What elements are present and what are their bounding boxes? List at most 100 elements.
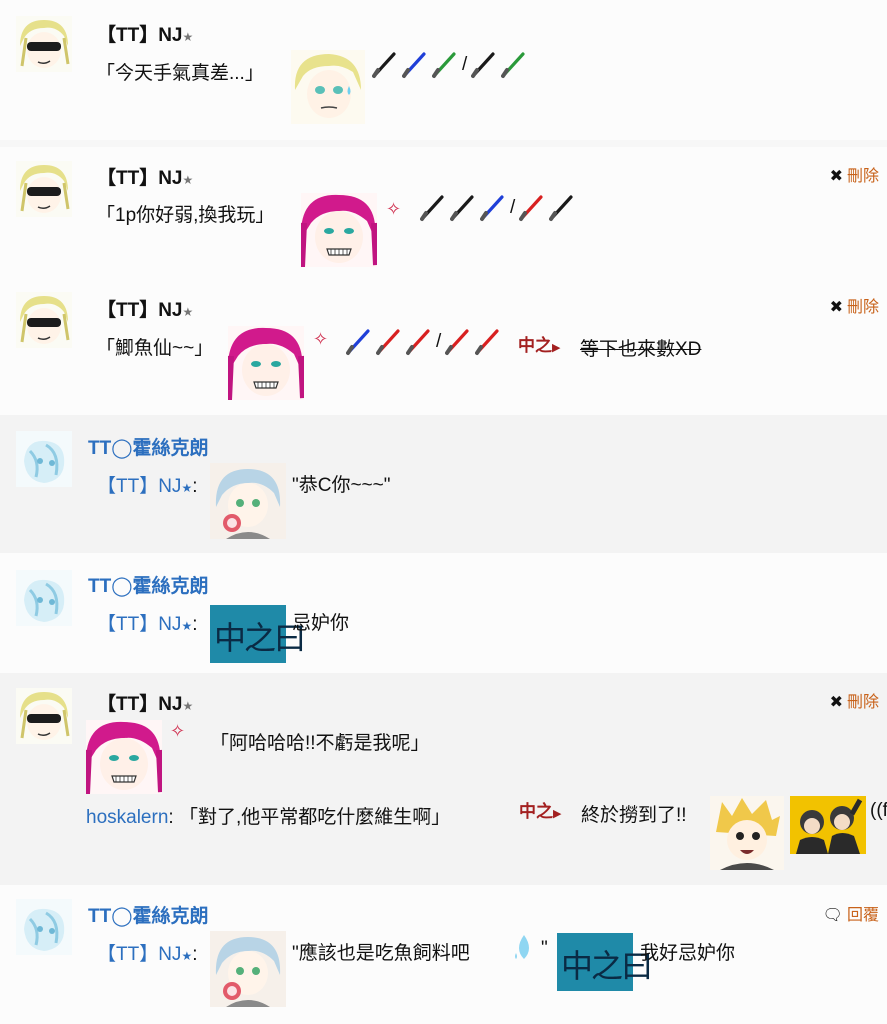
blue-hair-girl-image	[210, 931, 286, 1007]
badge-stamp: 中之▶	[519, 797, 561, 822]
close-icon: ✖	[829, 694, 843, 711]
author-name[interactable]: 【TT】NJ★	[97, 163, 193, 190]
delete-button[interactable]: ✖ 刪除	[830, 162, 879, 186]
avatar[interactable]	[16, 570, 72, 626]
author-name[interactable]: 【TT】NJ★	[97, 689, 193, 716]
mention: 【TT】NJ★:	[97, 939, 197, 966]
star-icon: ★	[181, 949, 193, 963]
colon: :	[192, 476, 198, 497]
red-sword-icon	[376, 329, 400, 355]
delete-label: 刪除	[846, 694, 879, 711]
mention-link[interactable]: 【TT】NJ	[97, 476, 181, 497]
separator: /	[510, 197, 516, 218]
close-icon: ✖	[829, 299, 843, 316]
badge-label: 中之	[518, 336, 552, 355]
star-icon: ★	[181, 619, 193, 633]
black-sword-icon	[471, 52, 496, 78]
strikethrough-text: 等下也來數XD	[580, 339, 702, 360]
close-icon: ✖	[829, 168, 843, 185]
post-4: TT◯霍絲克朗 【TT】NJ★: "恭C你~~~"	[0, 415, 887, 553]
mention: 【TT】NJ★:	[97, 471, 197, 498]
sweating-blond-image	[291, 50, 365, 124]
truncated-text: ((f	[870, 800, 887, 821]
mention-link[interactable]: 【TT】NJ	[97, 944, 181, 965]
reply-tail-text: 終於撈到了!!	[581, 805, 687, 826]
star-icon: ★	[181, 481, 193, 495]
post-quote: 「今天手氣真差...」	[96, 63, 264, 84]
blue-sword-icon	[480, 195, 504, 221]
delete-button[interactable]: ✖ 刪除	[830, 688, 879, 712]
sparkle-icon: ✧	[313, 329, 329, 349]
reply-user-link[interactable]: hoskalern	[86, 807, 168, 828]
avatar[interactable]	[16, 292, 72, 348]
sword-row: /	[346, 327, 501, 357]
black-sword-icon	[372, 52, 396, 78]
star-icon: ★	[182, 30, 194, 44]
author-name[interactable]: 【TT】NJ★	[97, 295, 193, 322]
red-sword-icon	[406, 329, 430, 355]
mention: 【TT】NJ★:	[97, 609, 197, 636]
reply-quote: 「對了,他平常都吃什麼維生啊」	[178, 807, 451, 828]
author-name[interactable]: TT◯霍絲克朗	[88, 901, 208, 928]
separator: /	[436, 331, 442, 352]
tile-text: 中之曰	[561, 947, 653, 985]
pink-hair-grin-image	[228, 326, 304, 400]
post-3: 【TT】NJ★ ✖ 刪除 「鯽魚仙~~」 ✧ / 中之▶ 等下也來數XD	[0, 275, 887, 415]
black-sword-icon	[549, 195, 574, 221]
mention-link[interactable]: 【TT】NJ	[97, 614, 181, 635]
message-text: "恭C你~~~"	[292, 475, 391, 496]
blue-hair-girl-image	[210, 463, 286, 539]
tile-text: 中之曰	[214, 619, 306, 657]
badge-stamp: 中之▶	[518, 331, 560, 356]
author-label[interactable]: 【TT】NJ	[97, 25, 183, 46]
avatar[interactable]	[16, 16, 72, 72]
avatar[interactable]	[16, 899, 72, 955]
pink-hair-grin-image	[301, 193, 377, 267]
star-icon: ★	[182, 173, 194, 187]
handwritten-tile-image: 中之曰	[210, 605, 306, 663]
delete-button[interactable]: ✖ 刪除	[830, 293, 879, 317]
post-5: TT◯霍絲克朗 【TT】NJ★: 中之曰 忌妒你	[0, 553, 887, 673]
reply-line: hoskalern: 「對了,他平常都吃什麼維生啊」	[86, 802, 450, 829]
blue-sword-icon	[402, 52, 426, 78]
author-label[interactable]: 【TT】NJ	[97, 694, 183, 715]
message-text: "應該也是吃魚飼料吧	[292, 943, 470, 964]
star-icon: ★	[182, 699, 194, 713]
sparkle-icon: ✧	[386, 199, 402, 219]
separator: /	[462, 54, 468, 75]
pink-hair-grin-image	[86, 720, 162, 794]
author-name[interactable]: 【TT】NJ★	[97, 20, 193, 47]
avatar[interactable]	[16, 688, 72, 744]
sparkle-icon: ✧	[170, 721, 186, 741]
sword-row: /	[372, 50, 527, 80]
red-sword-icon	[475, 329, 500, 355]
post-quote: 「阿哈哈哈!!不虧是我呢」	[210, 733, 430, 754]
black-sword-icon	[420, 195, 444, 221]
blue-sword-icon	[346, 329, 370, 355]
colon: :	[192, 944, 198, 965]
post-quote: 「1p你好弱,換我玩」	[96, 205, 275, 226]
avatar[interactable]	[16, 431, 72, 487]
author-label[interactable]: 【TT】NJ	[97, 300, 183, 321]
avatar[interactable]	[16, 161, 72, 217]
post-quote: 「鯽魚仙~~」	[96, 338, 214, 359]
comment-bubble-icon: 🗨	[822, 907, 843, 924]
author-name[interactable]: TT◯霍絲克朗	[88, 433, 208, 460]
reply-label: 回覆	[846, 907, 879, 924]
reply-button[interactable]: 🗨 回覆	[823, 901, 879, 925]
star-icon: ★	[182, 305, 194, 319]
post-2: 【TT】NJ★ ✖ 刪除 「1p你好弱,換我玩」 ✧ /	[0, 147, 887, 275]
two-guys-image	[790, 796, 866, 854]
handwritten-tile-image: 中之曰	[557, 933, 653, 991]
triangle-icon: ▶	[553, 808, 562, 820]
black-sword-icon	[450, 195, 474, 221]
quote-mark: "	[541, 938, 548, 959]
red-sword-icon	[519, 195, 544, 221]
author-label[interactable]: 【TT】NJ	[97, 168, 183, 189]
message-text: 忌妒你	[292, 613, 350, 634]
post-7: TT◯霍絲克朗 🗨 回覆 【TT】NJ★: "應該也是吃魚飼料吧 " 中之曰 我好…	[0, 885, 887, 1024]
badge-label: 中之	[519, 802, 553, 821]
red-sword-icon	[445, 329, 470, 355]
author-name[interactable]: TT◯霍絲克朗	[88, 571, 208, 598]
delete-label: 刪除	[846, 168, 879, 185]
